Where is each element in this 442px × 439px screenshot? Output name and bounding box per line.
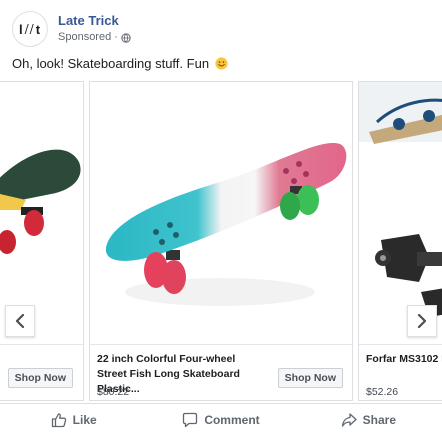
shop-now-button-previous[interactable]: Shop Now [7,368,73,388]
like-button[interactable]: Like [0,404,147,435]
like-label: Like [72,412,97,427]
avatar-letter-t: t [35,21,42,37]
globe-icon [121,32,131,43]
share-button[interactable]: Share [295,404,442,435]
share-arrow-icon [341,412,357,427]
carousel-card-next[interactable]: Forfar MS3102 Longboard Ska $52.26 [358,81,442,401]
product-price-next: $52.26 [366,386,399,398]
post-header: l//t Late Trick Sponsored · [12,11,131,47]
card-image-main[interactable] [90,82,352,344]
carousel-next-button[interactable] [407,305,437,337]
chevron-right-icon [417,314,427,328]
comment-icon [183,412,198,427]
product-price-main: $80.22 [97,386,130,398]
page-avatar[interactable]: l//t [12,11,48,47]
thumbs-up-icon [51,412,66,427]
smile-emoji-icon [215,57,228,70]
sponsored-row: Sponsored · [58,30,131,45]
comment-label: Comment [204,412,260,427]
post-caption: Oh, look! Skateboarding stuff. Fun [12,55,228,72]
product-title-next[interactable]: Forfar MS3102 Longboard Ska [366,352,442,367]
carousel-prev-button[interactable] [5,305,35,337]
card-footer-main: 22 inch Colorful Four-wheel Street Fish … [90,344,352,400]
card-footer-next: Forfar MS3102 Longboard Ska $52.26 [359,344,442,400]
comment-button[interactable]: Comment [147,404,294,435]
sponsored-label[interactable]: Sponsored [58,30,111,45]
carousel-card-previous[interactable]: Shop Now [0,81,84,401]
card-footer-previous: Shop Now [0,344,83,400]
caption-text: Oh, look! Skateboarding stuff. Fun [12,56,210,71]
ad-post: l//t Late Trick Sponsored · Oh, look! Sk… [0,0,442,439]
avatar-slash: // [24,22,35,36]
carousel-card-main[interactable]: 22 inch Colorful Four-wheel Street Fish … [89,81,353,401]
separator-dot: · [111,31,118,43]
post-actions: Like Comment Share [0,403,442,435]
avatar-letter-l: l [18,21,24,37]
chevron-left-icon [15,314,25,328]
shop-now-button-main[interactable]: Shop Now [277,368,343,388]
product-carousel: Shop Now 22 inch Colorful Four-wheel Str… [0,81,442,401]
skateboard-image-main [105,142,347,306]
share-label: Share [362,412,396,427]
post-meta: Late Trick Sponsored · [58,13,131,45]
page-name-link[interactable]: Late Trick [58,13,131,29]
